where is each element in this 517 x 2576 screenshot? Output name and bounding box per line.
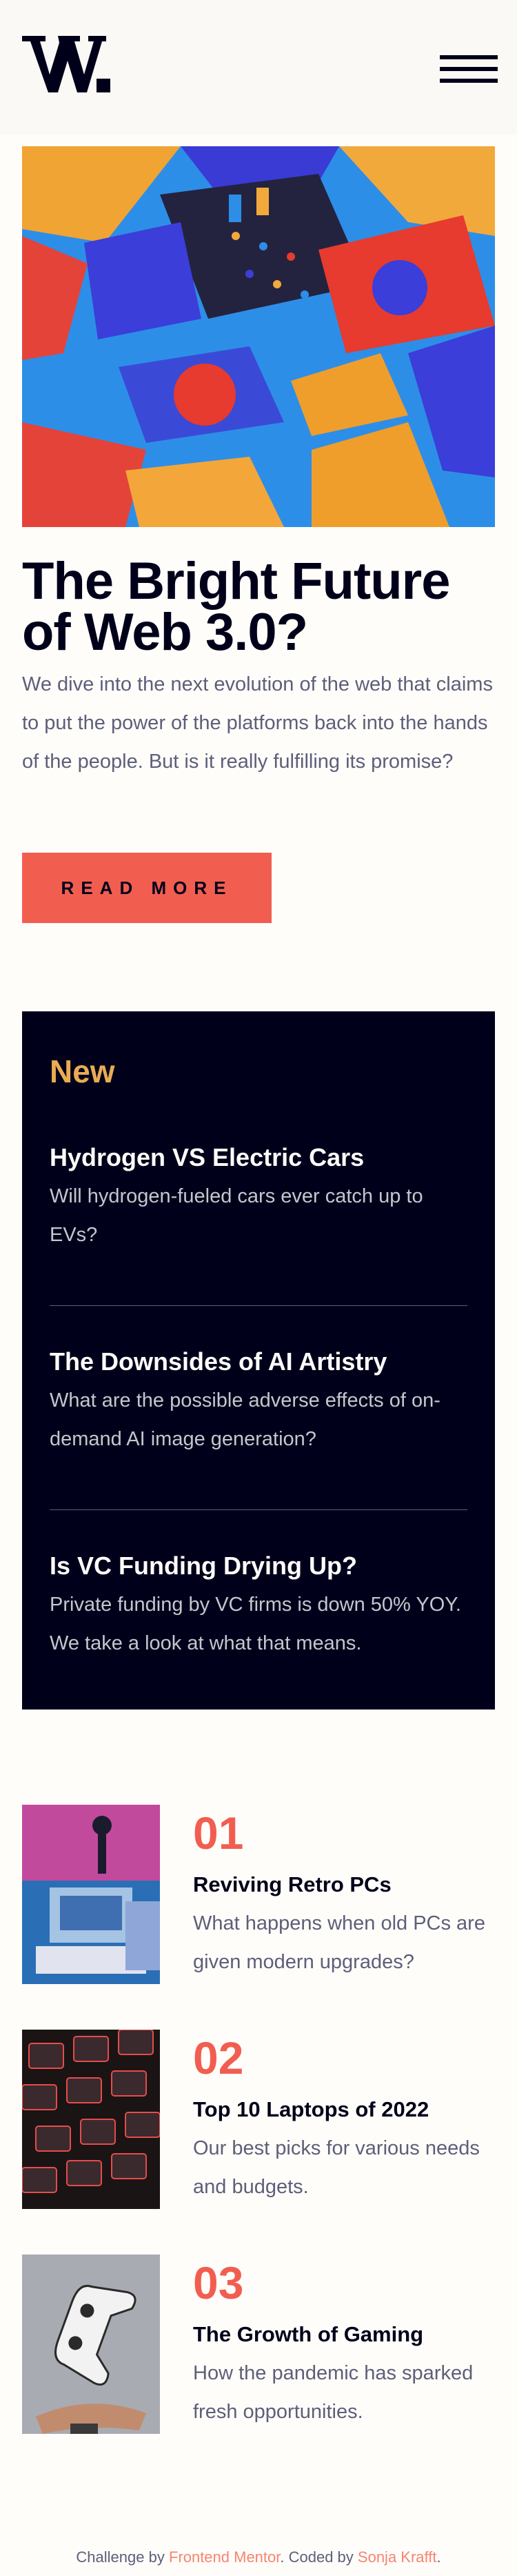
new-item: The Downsides of AI Artistry What are th…: [50, 1347, 467, 1458]
hero-title: The Bright Future of Web 3.0?: [22, 552, 451, 662]
article-number: 02: [193, 2032, 244, 2083]
hamburger-menu-icon[interactable]: [440, 55, 498, 83]
menu-bar: [440, 55, 498, 59]
retro-pc-thumbnail[interactable]: [22, 1805, 160, 1984]
article-number: 01: [193, 1807, 244, 1859]
article-title[interactable]: The Growth of Gaming: [193, 2321, 423, 2348]
hero-description: We dive into the next evolution of the w…: [22, 673, 493, 773]
divider: [50, 1305, 467, 1306]
attribution: Challenge by Frontend Mentor. Coded by S…: [0, 2548, 517, 2566]
new-item-title[interactable]: The Downsides of AI Artistry: [50, 1347, 467, 1377]
divider: [50, 1509, 467, 1510]
new-item-description: Will hydrogen-fueled cars ever catch up …: [50, 1185, 423, 1246]
new-heading: New: [50, 1053, 115, 1089]
article-description: How the pandemic has sparked fresh oppor…: [193, 2362, 474, 2423]
attribution-prefix: Challenge by: [76, 2548, 169, 2566]
new-section: New Hydrogen VS Electric Cars Will hydro…: [22, 1011, 495, 1710]
new-item: Is VC Funding Drying Up? Private funding…: [50, 1551, 467, 1663]
article-card: 01 Reviving Retro PCs What happens when …: [22, 1805, 495, 1984]
attribution-suffix: .: [436, 2548, 441, 2566]
gaming-controller-thumbnail[interactable]: [22, 2255, 160, 2434]
logo[interactable]: [22, 33, 113, 94]
header: [0, 0, 517, 135]
author-link[interactable]: Sonja Krafft: [358, 2548, 437, 2566]
laptop-keyboard-thumbnail[interactable]: [22, 2030, 160, 2209]
hero-image: [22, 146, 495, 527]
read-more-button[interactable]: READ MORE: [22, 853, 272, 923]
article-title[interactable]: Top 10 Laptops of 2022: [193, 2096, 429, 2123]
menu-bar: [440, 79, 498, 83]
menu-bar: [440, 67, 498, 71]
frontend-mentor-link[interactable]: Frontend Mentor: [169, 2548, 280, 2566]
article-number: 03: [193, 2257, 244, 2308]
new-item-title[interactable]: Is VC Funding Drying Up?: [50, 1551, 467, 1581]
attribution-middle: . Coded by: [280, 2548, 358, 2566]
article-description: What happens when old PCs are given mode…: [193, 1912, 485, 1973]
new-item: Hydrogen VS Electric Cars Will hydrogen-…: [50, 1142, 467, 1254]
article-title[interactable]: Reviving Retro PCs: [193, 1871, 392, 1899]
article-card: 02 Top 10 Laptops of 2022 Our best picks…: [22, 2030, 495, 2209]
article-description: Our best picks for various needs and bud…: [193, 2137, 480, 2198]
new-item-description: What are the possible adverse effects of…: [50, 1389, 440, 1450]
article-card: 03 The Growth of Gaming How the pandemic…: [22, 2255, 495, 2434]
new-item-title[interactable]: Hydrogen VS Electric Cars: [50, 1142, 467, 1173]
new-item-description: Private funding by VC firms is down 50% …: [50, 1594, 461, 1654]
